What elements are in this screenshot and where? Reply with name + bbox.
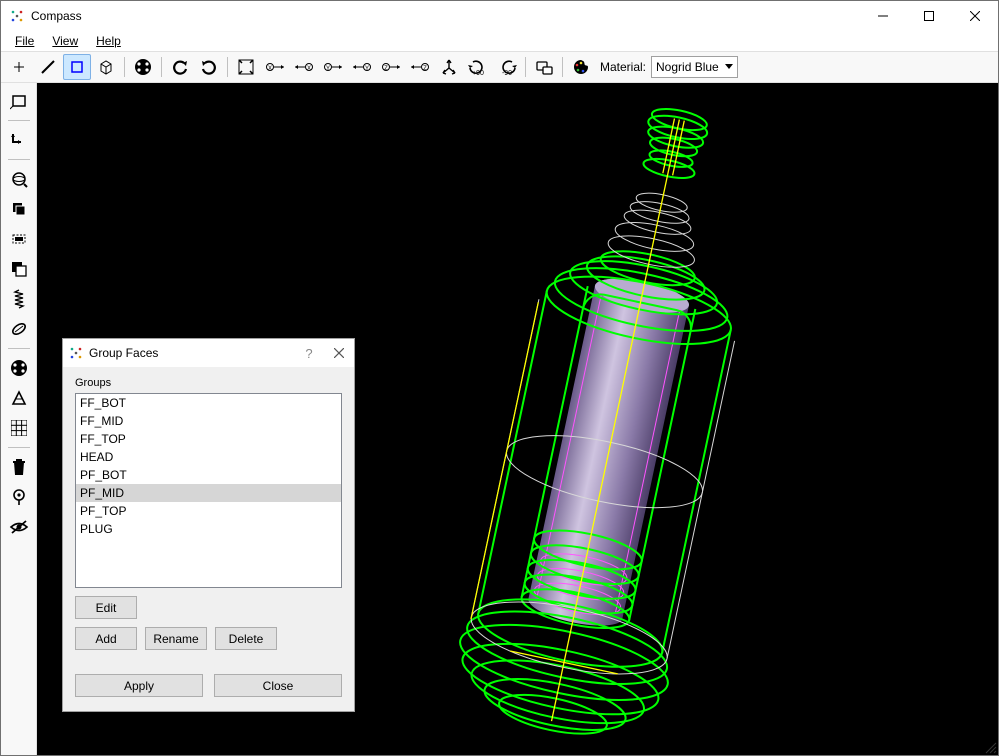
rotate-plus90-tool[interactable]: +90 — [464, 54, 492, 80]
pin-tool[interactable] — [5, 483, 33, 511]
menu-view[interactable]: View — [44, 32, 86, 50]
list-item[interactable]: PF_BOT — [76, 466, 341, 484]
add-button[interactable]: Add — [75, 627, 137, 650]
dialog-help-button[interactable]: ? — [294, 340, 324, 366]
menubar: File View Help — [1, 31, 998, 51]
resize-grip-icon[interactable] — [983, 740, 997, 754]
list-item[interactable]: HEAD — [76, 448, 341, 466]
groups-listbox[interactable]: FF_BOTFF_MIDFF_TOPHEADPF_BOTPF_MIDPF_TOP… — [75, 393, 342, 588]
close-dialog-button[interactable]: Close — [214, 674, 342, 697]
groups-label: Groups — [75, 377, 342, 389]
spring-tool[interactable] — [5, 285, 33, 313]
svg-text:X: X — [307, 66, 311, 72]
boolean-tool[interactable] — [5, 255, 33, 283]
toolbar-vertical — [1, 83, 37, 755]
list-item[interactable]: FF_TOP — [76, 430, 341, 448]
redo-button[interactable] — [195, 54, 223, 80]
svg-text:X: X — [268, 66, 272, 72]
dialog-icon — [69, 346, 83, 360]
fit-view-tool[interactable] — [232, 54, 260, 80]
undo-button[interactable] — [166, 54, 194, 80]
view-neg-x-tool[interactable]: X — [261, 54, 289, 80]
app-icon — [9, 8, 25, 24]
measure-tool[interactable] — [5, 315, 33, 343]
rect-select-tool[interactable] — [5, 87, 33, 115]
toolbar-horizontal: X X Y Y Z Z +90 -90 Material: Nogrid Blu… — [1, 51, 998, 83]
apply-button[interactable]: Apply — [75, 674, 203, 697]
list-item[interactable]: PLUG — [76, 520, 341, 538]
list-item[interactable]: PF_TOP — [76, 502, 341, 520]
minimize-button[interactable] — [860, 1, 906, 31]
material-label: Material: — [596, 60, 650, 74]
view-x-tool[interactable]: X — [290, 54, 318, 80]
dialog-titlebar[interactable]: Group Faces ? — [63, 339, 354, 367]
edit-button[interactable]: Edit — [75, 596, 137, 619]
svg-text:-90: -90 — [502, 70, 512, 76]
list-item[interactable]: FF_MID — [76, 412, 341, 430]
select-edge-tool[interactable] — [34, 54, 62, 80]
close-button[interactable] — [952, 1, 998, 31]
maximize-button[interactable] — [906, 1, 952, 31]
render-mode-tool[interactable] — [5, 354, 33, 382]
layers-tool[interactable] — [5, 195, 33, 223]
menu-file[interactable]: File — [7, 32, 42, 50]
rotate-minus90-tool[interactable]: -90 — [493, 54, 521, 80]
svg-text:Z: Z — [384, 66, 388, 72]
svg-text:Y: Y — [365, 66, 369, 72]
delete-button[interactable]: Delete — [215, 627, 277, 650]
view-z-tool[interactable]: Z — [406, 54, 434, 80]
rename-button[interactable]: Rename — [145, 627, 207, 650]
view-iso-tool[interactable] — [435, 54, 463, 80]
material-dropdown[interactable]: Nogrid Blue — [651, 56, 738, 78]
color-palette-tool[interactable] — [567, 54, 595, 80]
visibility-tool[interactable] — [5, 513, 33, 541]
view-y-tool[interactable]: Y — [348, 54, 376, 80]
select-point-tool[interactable] — [5, 54, 33, 80]
select-face-tool[interactable] — [63, 54, 91, 80]
material-value: Nogrid Blue — [656, 60, 719, 74]
section-tool[interactable] — [5, 225, 33, 253]
view-neg-z-tool[interactable]: Z — [377, 54, 405, 80]
menu-help[interactable]: Help — [88, 32, 129, 50]
move-tool[interactable] — [5, 126, 33, 154]
titlebar[interactable]: Compass — [1, 1, 998, 31]
view-neg-y-tool[interactable]: Y — [319, 54, 347, 80]
grid-tool[interactable] — [5, 414, 33, 442]
group-faces-dialog[interactable]: Group Faces ? Groups FF_BOTFF_MIDFF_TOPH… — [62, 338, 355, 712]
svg-text:+90: +90 — [472, 70, 484, 76]
sphere-tool[interactable] — [5, 165, 33, 193]
select-body-tool[interactable] — [92, 54, 120, 80]
list-item[interactable]: PF_MID — [76, 484, 341, 502]
dialog-close-button[interactable] — [324, 340, 354, 366]
window-title: Compass — [31, 9, 860, 23]
list-item[interactable]: FF_BOT — [76, 394, 341, 412]
dialog-title: Group Faces — [89, 346, 294, 360]
svg-text:Z: Z — [423, 66, 427, 72]
chevron-down-icon — [725, 64, 733, 70]
perspective-tool[interactable] — [5, 384, 33, 412]
delete-tool[interactable] — [5, 453, 33, 481]
screenshot-tool[interactable] — [530, 54, 558, 80]
svg-text:Y: Y — [326, 66, 330, 72]
reset-view-tool[interactable] — [129, 54, 157, 80]
